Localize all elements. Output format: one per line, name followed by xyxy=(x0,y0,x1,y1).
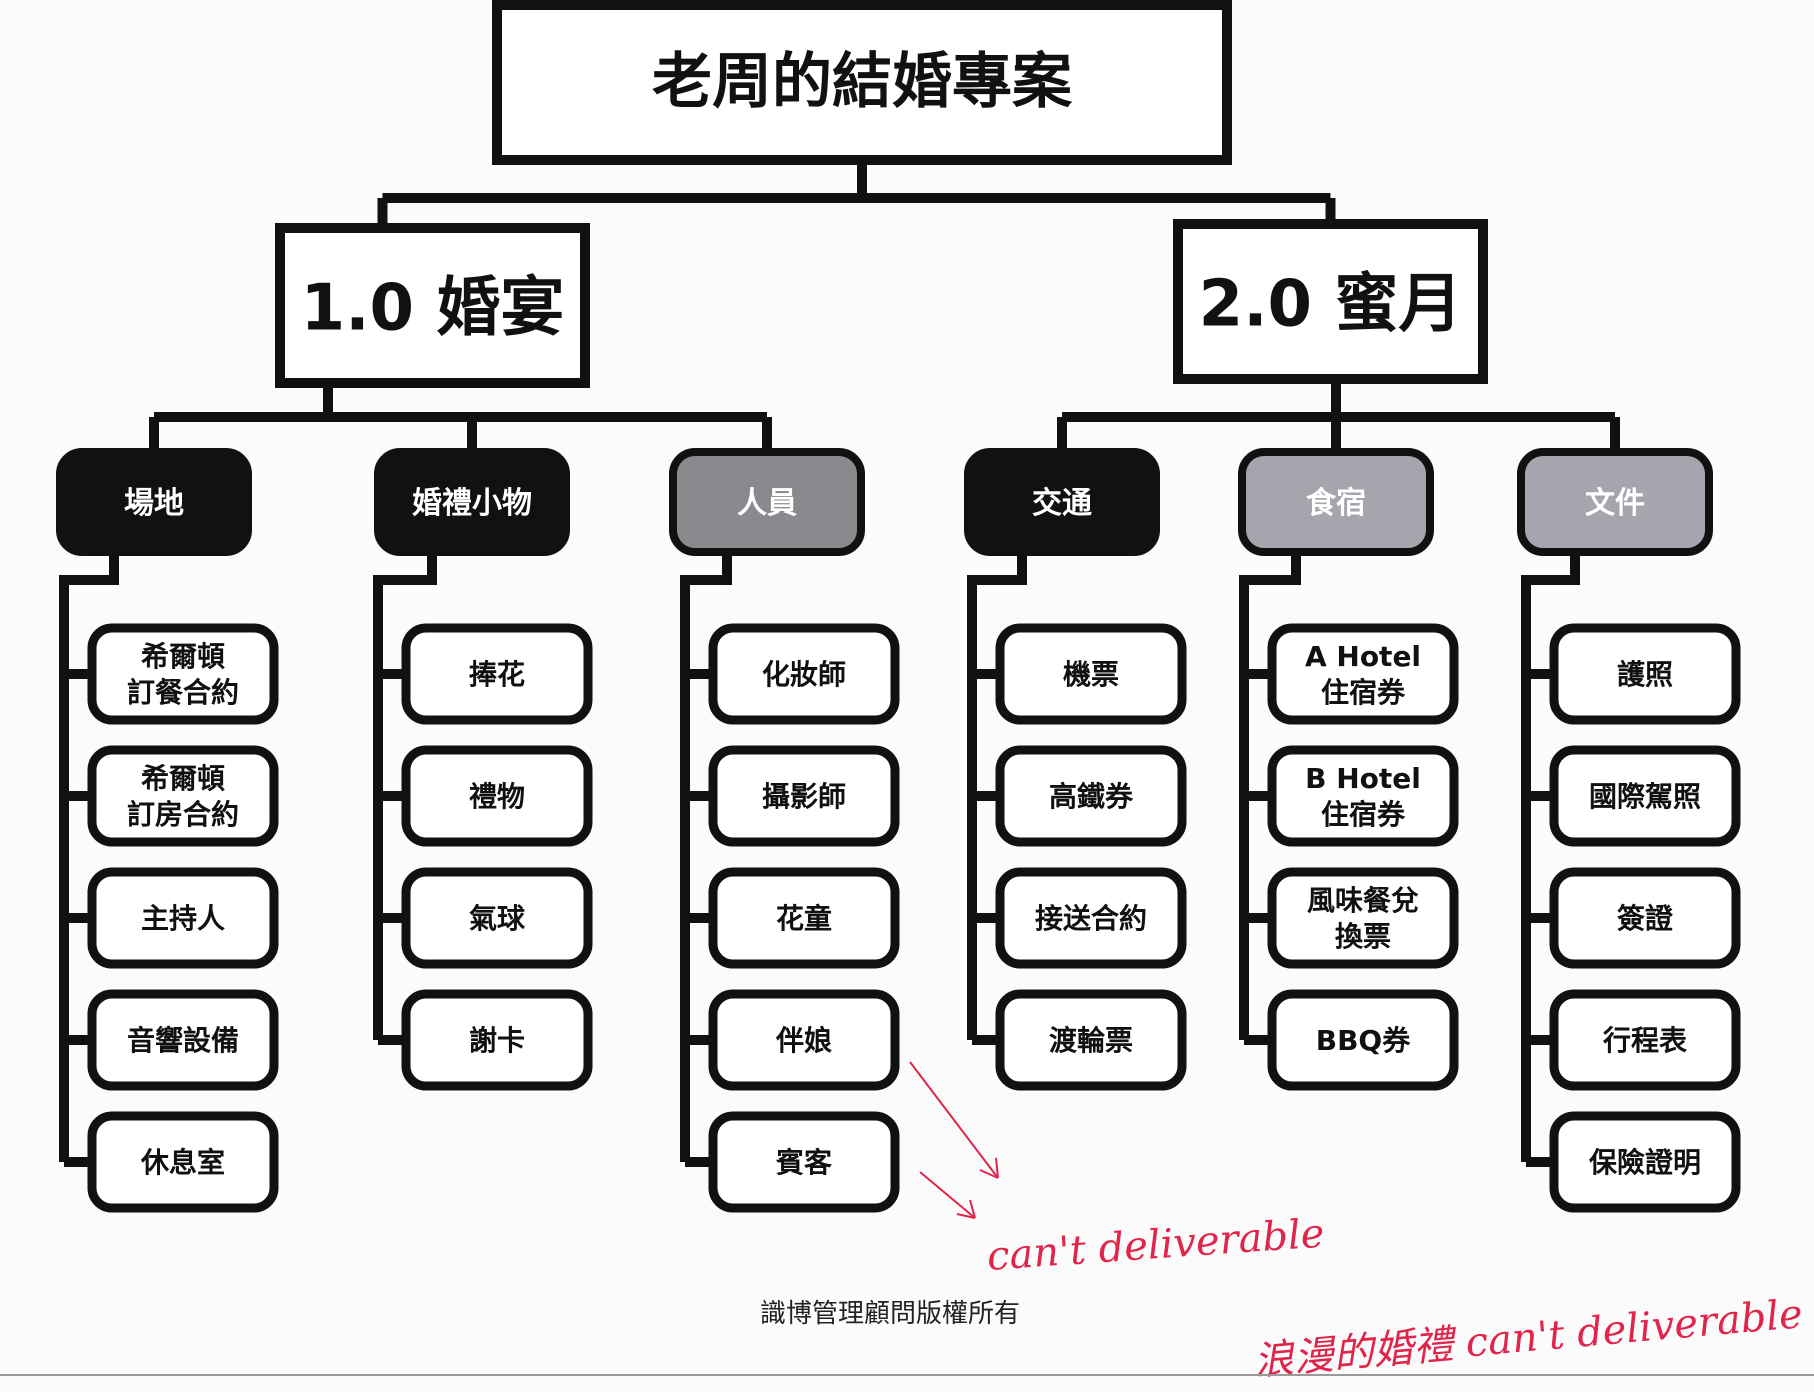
item-node: 希爾頓訂餐合約 xyxy=(87,623,279,725)
category-label: 文件 xyxy=(1585,486,1645,521)
branch-label: 1.0 婚宴 xyxy=(301,272,565,346)
item-label: 賓客 xyxy=(775,1146,833,1179)
item-label: 攝影師 xyxy=(762,780,846,813)
item-node: 風味餐兌換票 xyxy=(1267,867,1459,969)
item-label: 氣球 xyxy=(469,902,526,935)
item-node: 氣球 xyxy=(401,867,593,969)
item-node: 高鐵券 xyxy=(995,745,1187,847)
item-node: 渡輪票 xyxy=(995,989,1187,1091)
footer-copyright: 識博管理顧問版權所有 xyxy=(760,1299,1020,1329)
item-node: 護照 xyxy=(1549,623,1741,725)
item-label: 訂房合約 xyxy=(127,798,239,831)
item-label: 休息室 xyxy=(140,1146,225,1179)
item-label: 機票 xyxy=(1063,658,1119,691)
item-label: 化妝師 xyxy=(762,658,846,691)
item-label: B Hotel xyxy=(1305,762,1421,795)
annotation-arrow-note: can't deliverable xyxy=(985,1211,1325,1280)
item-node: 禮物 xyxy=(401,745,593,847)
item-label: 換票 xyxy=(1335,920,1391,953)
item-label: 渡輪票 xyxy=(1049,1024,1133,1057)
item-label: 護照 xyxy=(1617,658,1673,691)
category-node-文件: 文件 xyxy=(1517,448,1713,556)
handwritten-annotations: can't deliverable 浪漫的婚禮 can't deliverabl… xyxy=(909,1061,1805,1385)
annotation-arrow-1 xyxy=(909,1061,999,1179)
branch-node-1: 1.0 婚宴 xyxy=(275,223,590,388)
branch-nodes: 1.0 婚宴場地希爾頓訂餐合約希爾頓訂房合約主持人音響設備休息室婚禮小物捧花禮物… xyxy=(56,219,1741,1213)
item-label: 行程表 xyxy=(1602,1024,1687,1057)
item-node: 化妝師 xyxy=(708,623,900,725)
item-node: B Hotel住宿券 xyxy=(1267,745,1459,847)
category-node-婚禮小物: 婚禮小物 xyxy=(374,448,570,556)
root-title: 老周的結婚專案 xyxy=(652,47,1073,117)
item-label: 訂餐合約 xyxy=(127,676,239,709)
item-label: BBQ券 xyxy=(1316,1024,1411,1057)
item-label: 花童 xyxy=(776,902,832,935)
category-node-交通: 交通 xyxy=(964,448,1160,556)
item-node: 主持人 xyxy=(87,867,279,969)
item-label: 禮物 xyxy=(469,780,525,813)
item-label: 音響設備 xyxy=(127,1024,239,1057)
item-label: 住宿券 xyxy=(1321,676,1406,709)
item-node: 伴娘 xyxy=(708,989,900,1091)
item-node: 行程表 xyxy=(1549,989,1741,1091)
branch-node-2: 2.0 蜜月 xyxy=(1173,219,1488,384)
item-label: 伴娘 xyxy=(775,1024,832,1057)
category-label: 人員 xyxy=(737,486,797,521)
item-label: 高鐵券 xyxy=(1049,780,1134,813)
item-label: 謝卡 xyxy=(469,1024,525,1057)
item-label: 希爾頓 xyxy=(141,640,225,673)
item-label: 希爾頓 xyxy=(141,762,225,795)
item-node: 捧花 xyxy=(401,623,593,725)
item-label: 捧花 xyxy=(469,658,525,691)
category-label: 交通 xyxy=(1032,486,1092,521)
annotation-arrow-2 xyxy=(919,1171,976,1219)
item-label: 風味餐兌 xyxy=(1307,884,1419,917)
item-node: A Hotel住宿券 xyxy=(1267,623,1459,725)
item-node: 音響設備 xyxy=(87,989,279,1091)
item-node: 謝卡 xyxy=(401,989,593,1091)
item-node: 希爾頓訂房合約 xyxy=(87,745,279,847)
category-node-食宿: 食宿 xyxy=(1238,448,1434,556)
root-node: 老周的結婚專案 xyxy=(492,0,1232,165)
item-label: 國際駕照 xyxy=(1589,780,1701,813)
item-node: 接送合約 xyxy=(995,867,1187,969)
item-label: 簽證 xyxy=(1617,902,1674,935)
category-node-人員: 人員 xyxy=(669,448,865,556)
branch-label: 2.0 蜜月 xyxy=(1199,268,1463,342)
item-label: 主持人 xyxy=(141,902,225,935)
item-label: 保險證明 xyxy=(1589,1146,1701,1179)
category-label: 婚禮小物 xyxy=(412,486,532,521)
item-label: 接送合約 xyxy=(1035,902,1147,935)
item-node: 保險證明 xyxy=(1549,1111,1741,1213)
category-label: 食宿 xyxy=(1306,486,1366,521)
annotation-bottom-note: 浪漫的婚禮 can't deliverable xyxy=(1252,1291,1805,1385)
item-node: BBQ券 xyxy=(1267,989,1459,1091)
item-node: 機票 xyxy=(995,623,1187,725)
category-label: 場地 xyxy=(124,486,184,521)
item-node: 休息室 xyxy=(87,1111,279,1213)
item-node: 攝影師 xyxy=(708,745,900,847)
wbs-diagram: 老周的結婚專案 1.0 婚宴場地希爾頓訂餐合約希爾頓訂房合約主持人音響設備休息室… xyxy=(0,0,1814,1385)
item-label: 住宿券 xyxy=(1321,798,1406,831)
category-node-場地: 場地 xyxy=(56,448,252,556)
item-node: 國際駕照 xyxy=(1549,745,1741,847)
item-node: 花童 xyxy=(708,867,900,969)
item-label: A Hotel xyxy=(1305,640,1421,673)
item-node: 賓客 xyxy=(708,1111,900,1213)
item-node: 簽證 xyxy=(1549,867,1741,969)
